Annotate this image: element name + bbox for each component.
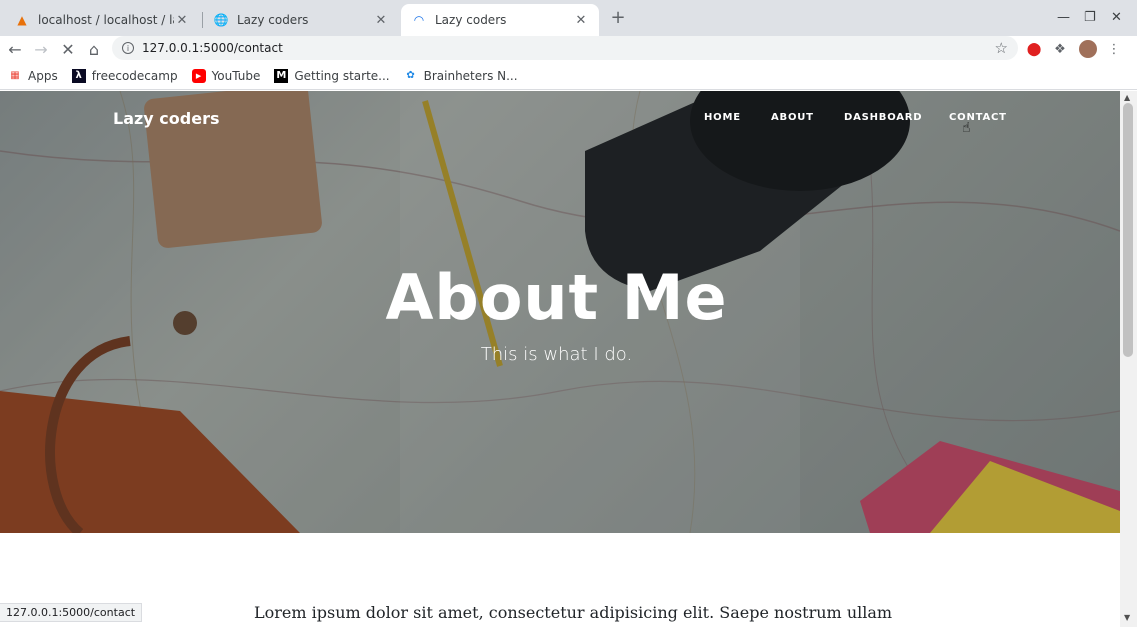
address-bar[interactable]: i 127.0.0.1:5000/contact ☆: [112, 36, 1018, 60]
bookmark-label: YouTube: [211, 68, 261, 83]
bookmark-getting-started[interactable]: M Getting starte...: [274, 68, 390, 83]
tab-title: localhost / localhost / lazy: [38, 13, 174, 27]
minimize-icon[interactable]: —: [1057, 10, 1070, 25]
body-paragraph: Lorem ipsum dolor sit amet, consectetur …: [254, 603, 893, 622]
tab-lazy-coders[interactable]: 🌐 Lazy coders ✕: [203, 4, 399, 36]
freecodecamp-icon: λ: [71, 68, 86, 83]
info-icon[interactable]: i: [122, 42, 134, 54]
bookmarks-bar: ▦ Apps λ freecodecamp ▶ YouTube M Gettin…: [0, 62, 1137, 90]
new-tab-button[interactable]: +: [608, 8, 628, 28]
nav-contact[interactable]: CONTACT: [949, 112, 1007, 123]
opera-extension-icon[interactable]: ⬤: [1026, 41, 1042, 57]
page-subtitle: This is what I do.: [480, 344, 633, 365]
profile-avatar[interactable]: [1079, 40, 1097, 58]
tab-title: Lazy coders: [237, 13, 309, 27]
extensions-puzzle-icon[interactable]: ❖: [1052, 41, 1068, 57]
stop-loading-icon[interactable]: ✕: [57, 38, 79, 60]
bookmark-freecodecamp[interactable]: λ freecodecamp: [71, 68, 178, 83]
bookmark-label: Apps: [28, 68, 58, 83]
scroll-up-icon[interactable]: ▲: [1124, 93, 1130, 102]
nav-about[interactable]: ABOUT: [771, 112, 814, 123]
tab-localhost[interactable]: ▲ localhost / localhost / lazy ✕: [4, 4, 200, 36]
phpmyadmin-icon: ▲: [17, 13, 27, 27]
bookmark-label: freecodecamp: [91, 68, 178, 83]
site-brand[interactable]: Lazy coders: [113, 109, 220, 128]
close-icon[interactable]: ✕: [573, 12, 589, 28]
home-icon[interactable]: ⌂: [83, 38, 105, 60]
close-icon[interactable]: ✕: [373, 12, 389, 28]
restore-icon[interactable]: ❐: [1084, 10, 1096, 25]
tab-title: Lazy coders: [435, 13, 507, 27]
bookmark-label: Getting starte...: [294, 68, 390, 83]
browser-toolbar: ← → ✕ ⌂ i 127.0.0.1:5000/contact ☆ ⬤ ❖ ⋮: [0, 36, 1137, 62]
medium-icon: M: [274, 68, 289, 83]
page-scrollbar[interactable]: ▲ ▼: [1120, 91, 1137, 627]
pointer-cursor-icon: ☝: [962, 120, 971, 136]
loading-spinner-icon: ◠: [413, 13, 425, 27]
nav-dashboard[interactable]: DASHBOARD: [844, 112, 922, 123]
apps-grid-icon: ▦: [10, 70, 20, 81]
scroll-down-icon[interactable]: ▼: [1124, 613, 1130, 622]
menu-kebab-icon[interactable]: ⋮: [1106, 41, 1122, 57]
bookmark-youtube[interactable]: ▶ YouTube: [191, 68, 261, 83]
bookmark-label: Brainheters N...: [423, 68, 518, 83]
back-icon[interactable]: ←: [4, 38, 26, 60]
tab-lazy-coders-active[interactable]: ◠ Lazy coders ✕: [401, 4, 599, 36]
page-title: About Me: [385, 261, 728, 334]
tab-strip: ▲ localhost / localhost / lazy ✕ 🌐 Lazy …: [0, 0, 1137, 36]
forward-icon[interactable]: →: [30, 38, 52, 60]
brainheters-icon: ✿: [406, 70, 415, 81]
bookmark-star-icon[interactable]: ☆: [995, 39, 1008, 57]
youtube-icon: ▶: [191, 68, 206, 83]
bookmark-brainheters[interactable]: ✿ Brainheters N...: [404, 68, 518, 83]
window-close-icon[interactable]: ✕: [1111, 10, 1122, 25]
page-viewport: Lazy coders HOME ABOUT DASHBOARD CONTACT…: [0, 91, 1120, 627]
bookmark-apps[interactable]: ▦ Apps: [8, 68, 58, 83]
nav-home[interactable]: HOME: [704, 112, 741, 123]
hero-banner: Lazy coders HOME ABOUT DASHBOARD CONTACT…: [0, 91, 1120, 533]
status-bar: 127.0.0.1:5000/contact: [0, 603, 143, 622]
scrollbar-thumb[interactable]: [1123, 103, 1133, 357]
globe-icon: 🌐: [213, 13, 229, 27]
url-text: 127.0.0.1:5000/contact: [142, 41, 283, 55]
close-icon[interactable]: ✕: [174, 12, 190, 28]
